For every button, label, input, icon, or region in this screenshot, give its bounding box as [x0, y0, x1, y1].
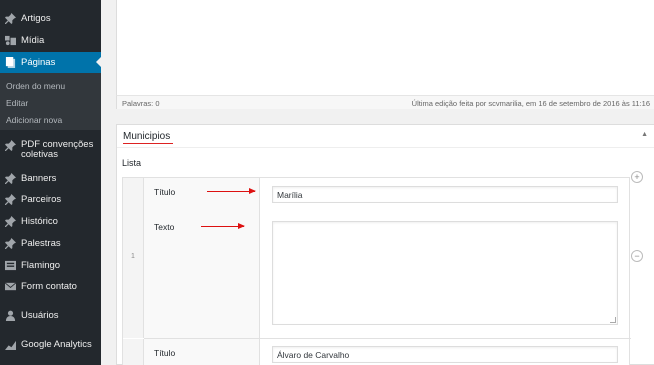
sidebar-item-midia[interactable]: Mídia [0, 30, 101, 51]
titulo-input[interactable] [272, 186, 618, 203]
sidebar-item-pdf-convencoes[interactable]: PDF convenções coletivas [0, 137, 101, 163]
labels-column [144, 178, 260, 365]
row-divider [144, 338, 631, 339]
sidebar-item-label: Artigos [21, 13, 51, 24]
sidebar-item-label: Histórico [21, 216, 58, 227]
last-edited-info: Última edição feita por scvmarilia, em 1… [411, 99, 650, 108]
sidebar-item-label: Usuários [21, 310, 59, 321]
sidebar-item-label: Palestras [21, 238, 61, 249]
list-label: Lista [122, 158, 142, 168]
sidebar-item-form-contato[interactable]: Form contato [0, 276, 101, 297]
analytics-icon [5, 339, 16, 350]
row-number: 1 [131, 253, 135, 260]
sidebar-item-flamingo[interactable]: Flamingo [0, 255, 101, 276]
plus-icon: + [634, 171, 640, 182]
collapse-toggle-icon[interactable]: ▲ [641, 131, 648, 138]
pin-icon [5, 173, 16, 184]
sidebar-item-palestras[interactable]: Palestras [0, 233, 101, 254]
minus-icon: − [634, 250, 640, 261]
row-handle[interactable]: 1 [123, 178, 144, 338]
sidebar-item-label: Banners [21, 173, 57, 184]
sidebar-item-banners[interactable]: Banners [0, 168, 101, 189]
paginas-submenu: Orden do menu Editar Adicionar nova [0, 73, 101, 130]
sidebar-item-label: Mídia [21, 35, 45, 46]
sidebar-item-label: Páginas [21, 57, 56, 68]
metabox-title[interactable]: Municipios [123, 131, 170, 142]
sidebar-item-historico[interactable]: Histórico [0, 211, 101, 232]
annotation-arrow [207, 188, 256, 194]
submenu-editar[interactable]: Editar [6, 98, 28, 108]
media-icon [5, 35, 16, 46]
editor-status-bar: Palavras: 0 Última edição feita por scvm… [116, 95, 654, 109]
municipios-metabox: Municipios ▲ Lista 1 Título Texto Título… [116, 124, 654, 365]
resize-handle[interactable] [610, 317, 616, 323]
texto-textarea[interactable] [272, 221, 618, 325]
repeater-table: 1 Título Texto Título [122, 177, 631, 365]
pin-icon [5, 238, 16, 249]
sidebar-item-parceiros[interactable]: Parceiros [0, 189, 101, 210]
pin-icon [5, 194, 16, 205]
add-row-button[interactable]: + [631, 171, 643, 183]
title-underline-annotation [123, 143, 173, 144]
mail-icon [5, 281, 16, 292]
sidebar-item-label: Flamingo [21, 260, 61, 271]
users-icon [5, 310, 16, 321]
content-editor[interactable] [116, 0, 654, 109]
pages-icon [5, 57, 16, 68]
sidebar-item-label: Parceiros [21, 194, 62, 205]
admin-sidebar: Artigos Mídia Páginas Orden do menu Edit… [0, 0, 101, 365]
annotation-arrow [201, 223, 245, 229]
sidebar-item-label: PDF convenções coletivas [21, 139, 94, 160]
sidebar-item-label: Google Analytics [21, 339, 92, 350]
word-count: Palavras: 0 [122, 99, 160, 108]
row-handle[interactable] [123, 339, 144, 365]
pin-icon [5, 140, 16, 151]
sidebar-item-label: Form contato [21, 281, 77, 292]
sidebar-item-paginas[interactable]: Páginas [0, 52, 101, 73]
flamingo-icon [5, 260, 16, 271]
submenu-ordem-menu[interactable]: Orden do menu [6, 81, 65, 91]
sidebar-item-usuarios[interactable]: Usuários [0, 305, 101, 326]
submenu-adicionar-nova[interactable]: Adicionar nova [6, 115, 62, 125]
pin-icon [5, 216, 16, 227]
metabox-divider [117, 147, 654, 148]
remove-row-button[interactable]: − [631, 250, 643, 262]
titulo-label: Título [154, 348, 176, 358]
texto-label: Texto [154, 222, 175, 232]
wp-admin-screen: Artigos Mídia Páginas Orden do menu Edit… [0, 0, 654, 365]
pin-icon [5, 13, 16, 24]
sidebar-item-google-analytics[interactable]: Google Analytics [0, 334, 101, 355]
titulo-label: Título [154, 187, 176, 197]
sidebar-item-artigos[interactable]: Artigos [0, 8, 101, 29]
titulo-input[interactable] [272, 346, 618, 363]
